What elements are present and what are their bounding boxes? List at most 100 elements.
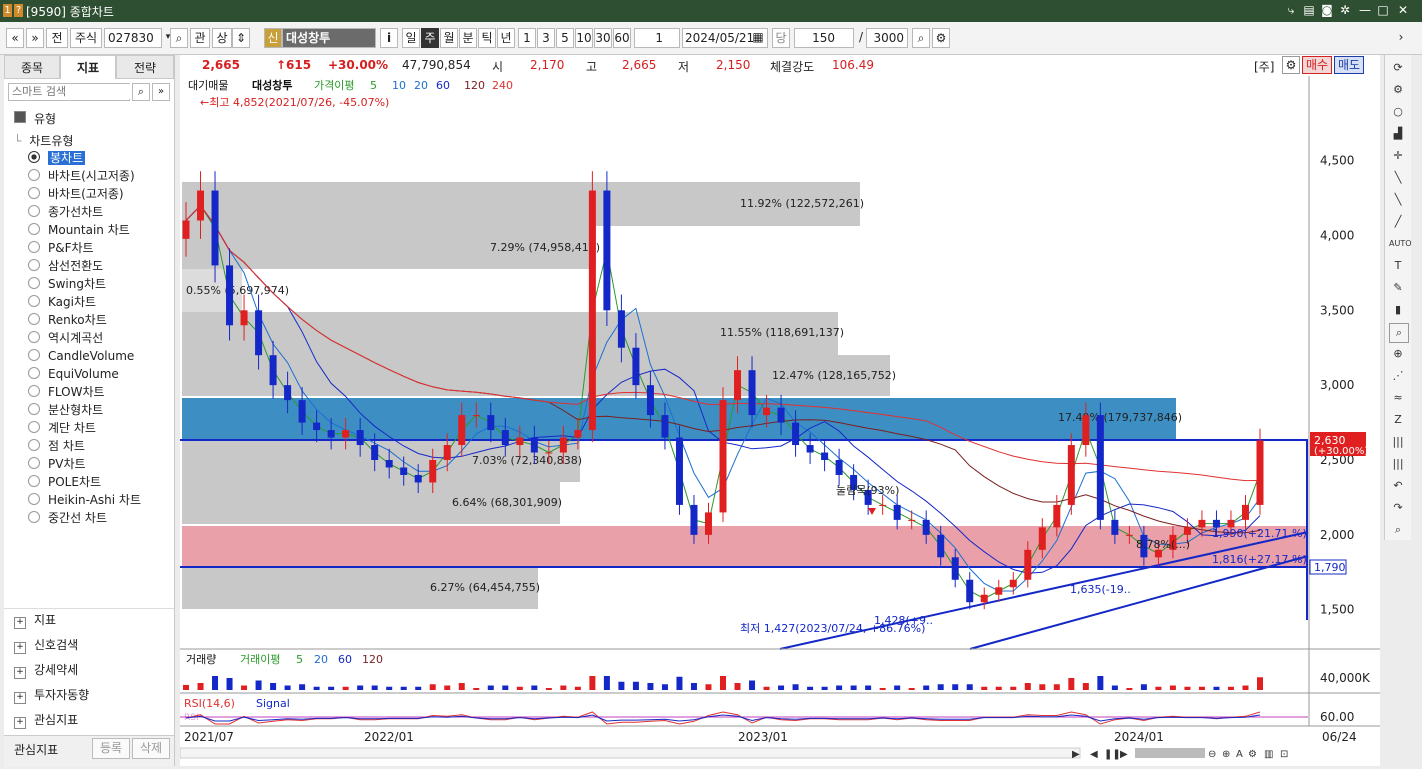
radio-icon[interactable] bbox=[28, 439, 40, 451]
radio-icon[interactable] bbox=[28, 385, 40, 397]
candle-body[interactable] bbox=[690, 504, 698, 535]
prev-button[interactable]: 전 bbox=[46, 28, 68, 48]
tab-indicator[interactable]: 지표 bbox=[60, 55, 116, 79]
radio-icon[interactable] bbox=[28, 457, 40, 469]
candle-body[interactable] bbox=[342, 430, 350, 438]
chart-type-option[interactable]: Kagi차트 bbox=[28, 294, 96, 311]
minute-5[interactable]: 5 bbox=[556, 28, 574, 48]
candle-body[interactable] bbox=[1053, 504, 1061, 528]
related-button[interactable]: 관 bbox=[190, 28, 210, 48]
expand-icon[interactable]: › bbox=[1392, 28, 1410, 48]
candle-body[interactable] bbox=[284, 385, 292, 401]
chart-area[interactable]: 11.92% (122,572,261) 7.29% (74,958,414) … bbox=[179, 76, 1380, 766]
candle-body[interactable] bbox=[748, 370, 756, 416]
candle-body[interactable] bbox=[255, 310, 263, 356]
candle-body[interactable] bbox=[501, 430, 509, 446]
period-week[interactable]: 주 bbox=[421, 28, 439, 48]
magnifier-icon[interactable]: ⌕ bbox=[1389, 323, 1409, 343]
chart-type-option[interactable]: Renko차트 bbox=[28, 312, 107, 329]
candle-body[interactable] bbox=[1256, 440, 1264, 505]
candle-body[interactable] bbox=[632, 347, 640, 386]
refresh-icon[interactable]: ⟳ bbox=[1389, 59, 1407, 77]
buy-button[interactable]: 매수 bbox=[1302, 56, 1333, 74]
gear-icon[interactable]: ⚙ bbox=[932, 28, 950, 48]
bars2-icon[interactable]: ||| bbox=[1389, 455, 1407, 473]
chart-type-option[interactable]: 봉차트 bbox=[28, 150, 86, 167]
spin-button[interactable]: ⇕ bbox=[232, 28, 250, 48]
period-year[interactable]: 년 bbox=[497, 28, 515, 48]
candle-body[interactable] bbox=[704, 512, 712, 535]
radio-icon[interactable] bbox=[28, 367, 40, 379]
candle-body[interactable] bbox=[821, 452, 829, 460]
candle-body[interactable] bbox=[734, 370, 742, 401]
radio-icon[interactable] bbox=[28, 511, 40, 523]
chart-type-icon[interactable]: ▥ bbox=[1264, 749, 1273, 760]
sell-button[interactable]: 매도 bbox=[1334, 56, 1365, 74]
radio-icon[interactable] bbox=[28, 493, 40, 505]
candle-body[interactable] bbox=[211, 190, 219, 266]
radio-icon[interactable] bbox=[28, 241, 40, 253]
minute-10[interactable]: 10 bbox=[575, 28, 593, 48]
chart-type-option[interactable]: Mountain 차트 bbox=[28, 222, 130, 239]
tab-strategy[interactable]: 전략 bbox=[116, 55, 174, 79]
candle-icon[interactable]: ▮ bbox=[1389, 301, 1407, 319]
candle-body[interactable] bbox=[1241, 504, 1249, 520]
candle-body[interactable] bbox=[545, 452, 553, 454]
undo-icon[interactable]: ↶ bbox=[1389, 477, 1407, 495]
market-select[interactable]: 주식 bbox=[70, 28, 102, 48]
minute-30[interactable]: 30 bbox=[594, 28, 612, 48]
section-favorite[interactable]: + 관심지표 bbox=[14, 711, 78, 729]
period-tick[interactable]: 틱 bbox=[478, 28, 496, 48]
settings-icon[interactable]: ✲ bbox=[1338, 3, 1352, 17]
chart-type-option[interactable]: 점 차트 bbox=[28, 438, 85, 455]
minute-1[interactable]: 1 bbox=[518, 28, 536, 48]
candle-body[interactable] bbox=[516, 437, 524, 446]
section-strength[interactable]: + 강세약세 bbox=[14, 661, 78, 679]
candle-body[interactable] bbox=[792, 422, 800, 446]
group-type[interactable]: 유형 bbox=[14, 110, 56, 128]
radio-icon[interactable] bbox=[28, 421, 40, 433]
line-icon[interactable]: ╲ bbox=[1389, 169, 1407, 187]
candle-body[interactable] bbox=[603, 190, 611, 311]
font-size-icon[interactable]: A bbox=[1236, 749, 1243, 760]
minute-3[interactable]: 3 bbox=[537, 28, 555, 48]
chart-type-option[interactable]: 삼선전환도 bbox=[28, 258, 103, 275]
candle-body[interactable] bbox=[530, 437, 538, 453]
candle-body[interactable] bbox=[1183, 527, 1191, 535]
chart-type-option[interactable]: CandleVolume bbox=[28, 348, 134, 365]
chart-icon[interactable]: ▟ bbox=[1389, 125, 1407, 143]
chart-svg[interactable]: 11.92% (122,572,261) 7.29% (74,958,414) … bbox=[179, 76, 1380, 766]
chart-settings-icon[interactable]: ⚙ bbox=[1282, 56, 1300, 74]
search-icon[interactable]: ⌕ bbox=[170, 28, 188, 48]
candle-body[interactable] bbox=[1096, 415, 1104, 520]
candle-body[interactable] bbox=[661, 415, 669, 438]
candle-body[interactable] bbox=[226, 265, 234, 326]
candle-body[interactable] bbox=[559, 437, 567, 453]
chart-type-option[interactable]: FLOW차트 bbox=[28, 384, 105, 401]
candle-body[interactable] bbox=[646, 385, 654, 416]
chart-type-option[interactable]: 바차트(시고저종) bbox=[28, 168, 135, 185]
minute-60[interactable]: 60 bbox=[613, 28, 631, 48]
radio-icon[interactable] bbox=[28, 331, 40, 343]
crosshair-icon[interactable]: ✛ bbox=[1389, 147, 1407, 165]
stock-code-input[interactable]: 027830 bbox=[104, 28, 162, 48]
trendline-icon[interactable]: ╱ bbox=[1389, 213, 1407, 231]
register-button[interactable]: 등록 bbox=[92, 738, 130, 759]
candle-body[interactable] bbox=[458, 415, 466, 446]
upper-button[interactable]: 상 bbox=[212, 28, 232, 48]
candle-body[interactable] bbox=[835, 460, 843, 475]
section-signal[interactable]: + 신호검색 bbox=[14, 636, 78, 654]
chevron-down-icon[interactable]: » bbox=[152, 83, 170, 101]
delete-button[interactable]: 삭제 bbox=[132, 738, 170, 759]
zoom-out-icon[interactable]: ⊖ bbox=[1208, 749, 1216, 760]
candle-body[interactable] bbox=[806, 445, 814, 453]
text-icon[interactable]: T bbox=[1389, 257, 1407, 275]
candle-body[interactable] bbox=[951, 557, 959, 580]
candle-body[interactable] bbox=[1038, 527, 1046, 550]
chart-type-option[interactable]: PV차트 bbox=[28, 456, 86, 473]
camera-icon[interactable]: ◙ bbox=[1320, 3, 1334, 17]
candle-body[interactable] bbox=[429, 460, 437, 483]
redo-icon[interactable]: ↷ bbox=[1389, 499, 1407, 517]
radio-icon[interactable] bbox=[28, 277, 40, 289]
candle-body[interactable] bbox=[1009, 579, 1017, 588]
